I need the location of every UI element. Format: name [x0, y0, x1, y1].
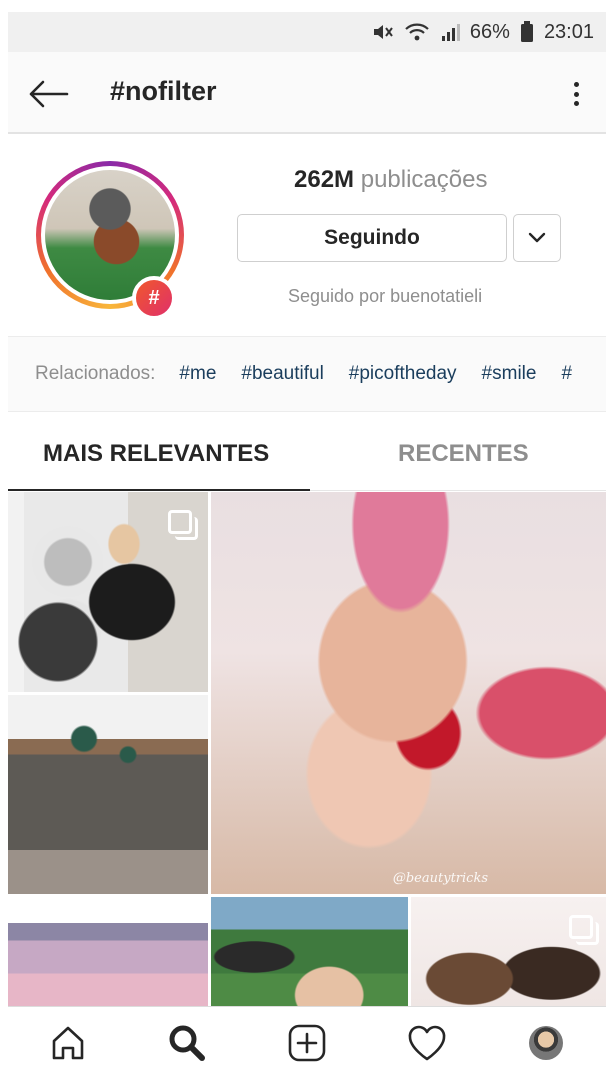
- page-title: #nofilter: [110, 76, 217, 106]
- carousel-icon: [168, 510, 198, 540]
- tab-top-posts[interactable]: MAIS RELEVANTES: [43, 440, 269, 468]
- related-tag-me[interactable]: #me: [179, 363, 216, 385]
- posts-count-value: 262M: [294, 166, 355, 193]
- more-vertical-icon: [573, 82, 579, 87]
- watermark-text: @beautytricks: [392, 871, 488, 886]
- clock: 23:01: [543, 20, 594, 43]
- nav-profile[interactable]: [516, 1013, 576, 1073]
- related-label: Relacionados:: [35, 363, 156, 384]
- posts-count-label: publicações: [360, 166, 488, 193]
- post-thumbnail[interactable]: @beautytricks: [211, 492, 606, 894]
- nav-new-post[interactable]: [277, 1013, 337, 1073]
- active-tab-indicator: [8, 489, 310, 491]
- bottom-navigation: [8, 1006, 606, 1079]
- related-tag-smile[interactable]: #smile: [482, 363, 537, 385]
- followed-by-text: Seguido por buenotatieli: [288, 286, 483, 306]
- back-button[interactable]: [26, 74, 70, 114]
- battery-percent: 66%: [469, 20, 510, 43]
- chevron-down-icon: [528, 232, 546, 243]
- related-hashtags: Relacionados: #me #beautiful #picoftheda…: [8, 336, 606, 412]
- post-grid: @beautytricks: [8, 492, 606, 1006]
- post-thumbnail[interactable]: [411, 897, 606, 1006]
- signal-icon: [440, 22, 460, 42]
- heart-icon: [408, 1025, 445, 1061]
- carousel-icon: [569, 915, 599, 945]
- post-thumbnail[interactable]: [8, 695, 208, 894]
- hashtag-badge: #: [132, 276, 176, 320]
- post-thumbnail[interactable]: [211, 897, 408, 1006]
- search-icon: [169, 1025, 206, 1061]
- tab-recent-posts[interactable]: RECENTES: [398, 440, 529, 468]
- profile-avatar: [529, 1026, 564, 1060]
- mute-icon: [372, 22, 394, 42]
- more-options-button[interactable]: [566, 76, 586, 112]
- related-tag-picoftheday[interactable]: #picoftheday: [349, 363, 457, 385]
- nav-home[interactable]: [38, 1013, 98, 1073]
- header: #nofilter: [8, 52, 606, 134]
- post-thumbnail[interactable]: [8, 897, 208, 1006]
- arrow-left-icon: [29, 80, 69, 108]
- following-button[interactable]: Seguindo: [237, 214, 507, 262]
- battery-icon: [520, 21, 534, 43]
- nav-search[interactable]: [157, 1013, 217, 1073]
- home-icon: [52, 1026, 84, 1060]
- follow-dropdown-button[interactable]: [513, 214, 561, 262]
- related-tag-beautiful[interactable]: #beautiful: [241, 363, 323, 385]
- hashtag-profile: # 262M publicações Seguindo Seguido por …: [8, 136, 606, 334]
- posts-count: 262M publicações: [294, 166, 487, 194]
- post-tabs: MAIS RELEVANTES RECENTES: [8, 412, 606, 492]
- related-tag-more[interactable]: #: [561, 363, 572, 385]
- nav-activity[interactable]: [397, 1013, 457, 1073]
- post-thumbnail[interactable]: [8, 492, 208, 692]
- status-bar: 66% 23:01: [8, 12, 606, 52]
- wifi-icon: [404, 22, 430, 42]
- add-post-icon: [288, 1024, 326, 1062]
